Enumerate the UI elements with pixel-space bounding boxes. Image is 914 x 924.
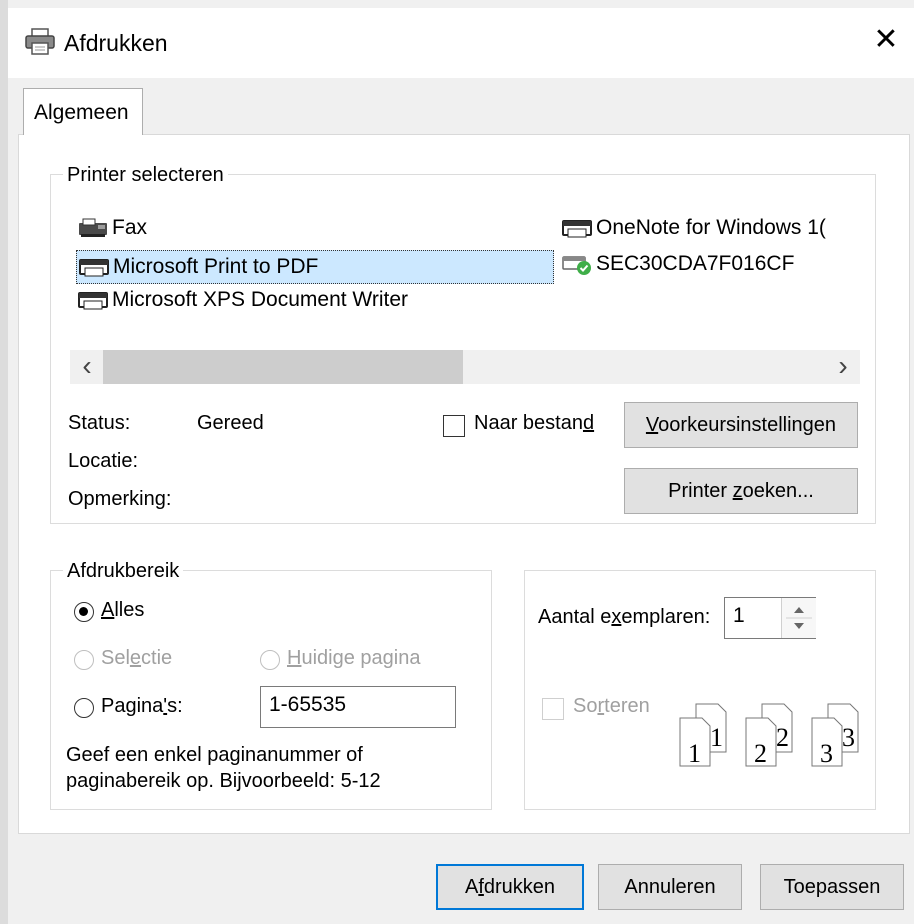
range-all-radio[interactable]	[74, 602, 94, 622]
printer-name: Microsoft XPS Document Writer	[112, 288, 409, 311]
range-all-label: Alles	[101, 599, 145, 621]
print-to-file-checkbox[interactable]	[443, 415, 465, 437]
fax-printer-icon	[79, 218, 107, 237]
tab-algemeen[interactable]: Algemeen	[23, 88, 143, 135]
collate-page-back-number: 3	[842, 723, 855, 752]
printer-icon	[25, 28, 55, 55]
collate-label: Sorteren	[573, 695, 650, 717]
printer-item-microsoft-print-to-pdf[interactable]: Microsoft Print to PDF	[76, 250, 554, 284]
print-to-file-label: Naar bestand	[474, 412, 595, 434]
printer-icon	[78, 292, 108, 310]
status-value: Gereed	[197, 412, 264, 434]
comment-label: Opmerking:	[68, 488, 172, 510]
collate-checkbox[interactable]	[542, 698, 564, 720]
cancel-button[interactable]: Annuleren	[598, 864, 742, 910]
preferences-button[interactable]: Voorkeursinstellingen	[624, 402, 858, 448]
range-selection-label: Selectie	[101, 647, 173, 669]
range-pages-radio[interactable]	[74, 698, 94, 718]
page-range-hint: Geef een enkel paginanummer of paginabere…	[66, 744, 381, 792]
collate-page-front-number: 1	[688, 739, 701, 768]
range-selection-radio[interactable]	[74, 650, 94, 670]
close-icon[interactable]: ✕	[866, 20, 906, 60]
apply-button[interactable]: Toepassen	[760, 864, 904, 910]
print-button[interactable]: Afdrukken	[436, 864, 584, 910]
page-range-input[interactable]: 1-65535	[260, 686, 456, 728]
range-current-page-radio[interactable]	[260, 650, 280, 670]
print-range-legend: Afdrukbereik	[63, 560, 184, 583]
scroll-right-arrow-icon[interactable]: ›	[828, 350, 858, 384]
printer-icon	[562, 220, 592, 238]
status-label: Status:	[68, 412, 131, 434]
range-current-page-label: Huidige pagina	[287, 647, 421, 669]
collate-page-back-number: 2	[776, 723, 789, 752]
range-pages-label: Pagina's:	[101, 695, 183, 717]
printer-item-microsoft-xps[interactable]: Microsoft XPS Document Writer	[78, 288, 408, 312]
printer-item-fax[interactable]: Fax	[78, 216, 147, 240]
stepper-arrows-icon	[786, 607, 812, 629]
tab-label: Algemeen	[34, 101, 129, 124]
location-label: Locatie:	[68, 450, 139, 472]
printer-item-onenote[interactable]: OneNote for Windows 1(	[562, 216, 826, 240]
copies-stepper[interactable]	[781, 598, 816, 638]
printer-name: SEC30CDA7F016CF	[596, 252, 795, 275]
collate-page-front-number: 2	[754, 739, 767, 768]
printer-name: Fax	[112, 216, 148, 239]
window-title: Afdrukken	[64, 30, 168, 56]
printer-name: Microsoft Print to PDF	[113, 255, 319, 278]
printer-name: OneNote for Windows 1(	[596, 216, 826, 239]
scrollbar-thumb[interactable]	[103, 350, 463, 384]
collate-page-back-number: 1	[710, 723, 723, 752]
find-printer-button[interactable]: Printer zoeken...	[624, 468, 858, 514]
printer-group-legend: Printer selecteren	[63, 164, 228, 187]
collate-page-front-number: 3	[820, 739, 833, 768]
printer-icon	[79, 259, 109, 277]
collate-pages-icon: 1 1 2 2 3 3	[679, 703, 859, 768]
window-left-edge	[0, 0, 8, 924]
scroll-left-arrow-icon[interactable]: ‹	[72, 350, 102, 384]
copies-label: Aantal exemplaren:	[538, 606, 711, 628]
printer-item-sec30cda7f016cf[interactable]: SEC30CDA7F016CF	[562, 252, 794, 276]
default-printer-icon	[562, 256, 591, 275]
